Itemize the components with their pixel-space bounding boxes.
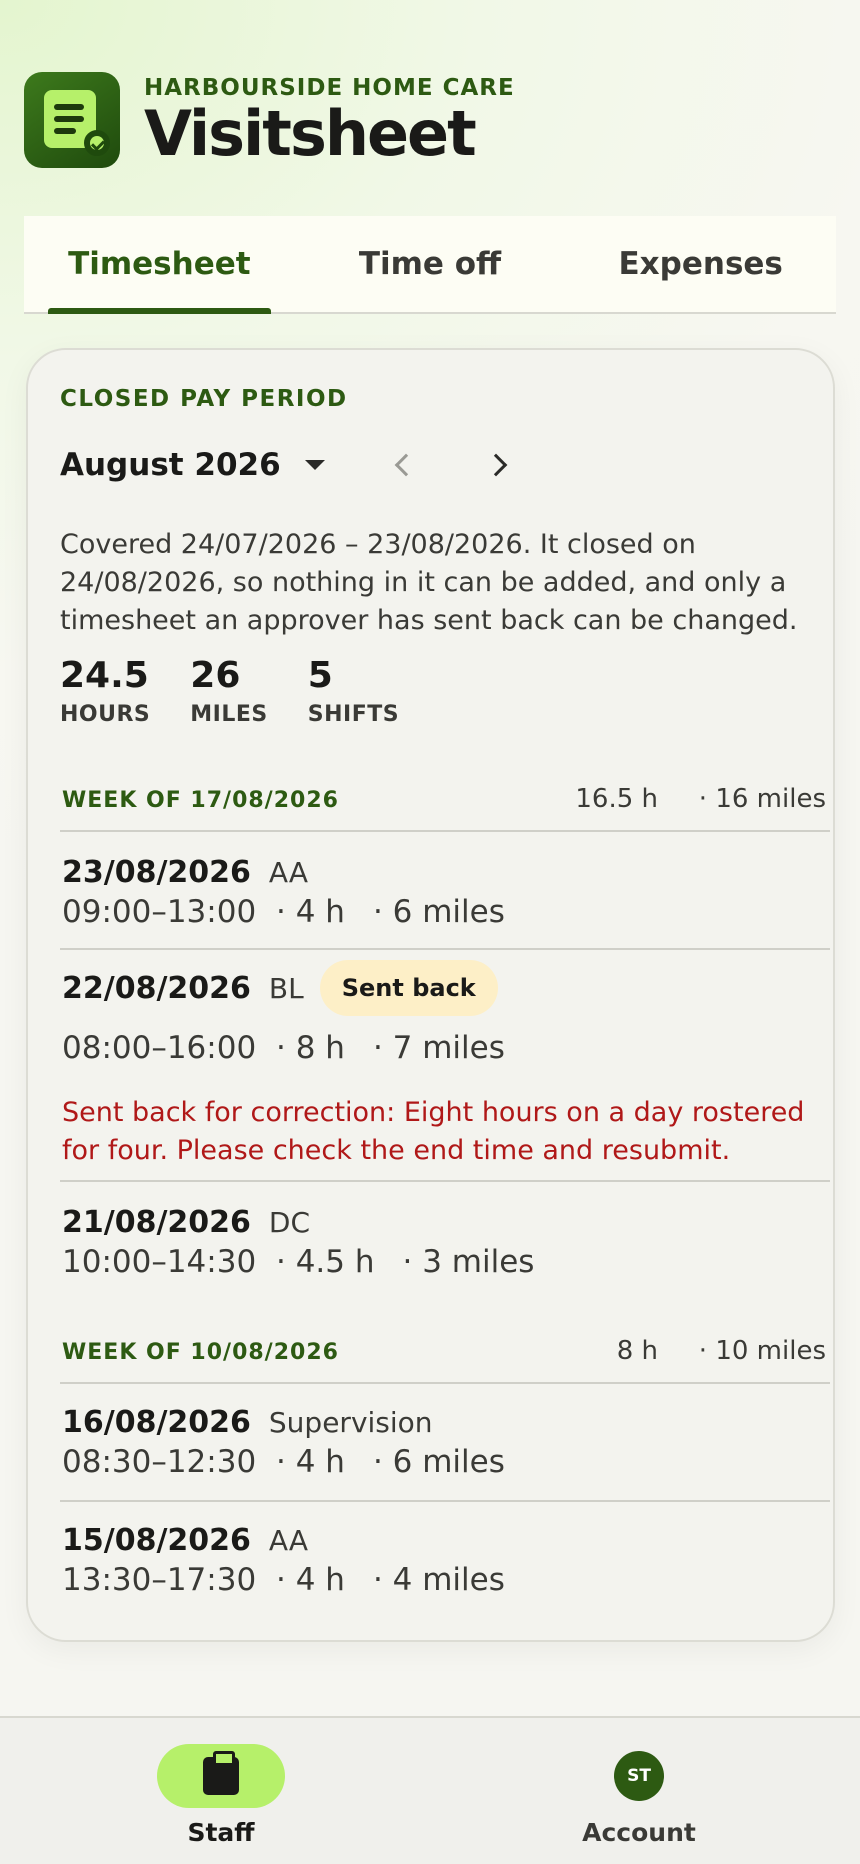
timesheet-entry[interactable]: 15/08/2026 AA 13:30–17:30 · 4 h · 4 mile…	[60, 1502, 830, 1622]
app-title: Visitsheet	[144, 97, 477, 170]
entry-hours: · 4 h	[276, 894, 345, 930]
stat-value: 5	[307, 655, 333, 696]
entry-miles: · 4 miles	[372, 1562, 505, 1598]
entry-date: 15/08/2026	[62, 1522, 251, 1558]
next-period-button[interactable]	[474, 440, 524, 490]
clipboard-icon	[203, 1751, 239, 1795]
tab-timesheet[interactable]: Timesheet	[24, 216, 295, 314]
pay-period-card: CLOSED PAY PERIOD August 2026 Covered 24…	[26, 348, 835, 1642]
entry-date: 16/08/2026	[62, 1404, 251, 1440]
stat-shifts: 5 SHIFTS	[308, 654, 399, 727]
sent-back-badge: Sent back	[319, 960, 498, 1016]
avatar: ST	[614, 1751, 664, 1801]
entry-code: BL	[268, 971, 304, 1005]
entry-miles: · 6 miles	[372, 1444, 505, 1480]
entry-date: 23/08/2026	[62, 854, 251, 890]
week-title: WEEK OF 17/08/2026	[62, 788, 339, 813]
entry-miles: · 6 miles	[372, 894, 505, 930]
entry-date: 22/08/2026	[62, 970, 251, 1006]
week-group: WEEK OF 17/08/2026 16.5 h · 16 miles 23/…	[60, 774, 830, 1296]
period-status-label: CLOSED PAY PERIOD	[60, 386, 348, 412]
week-header: WEEK OF 17/08/2026 16.5 h · 16 miles	[60, 774, 830, 832]
stat-hours: 24.5 HOURS	[60, 654, 150, 727]
nav-staff-label: Staff	[187, 1818, 255, 1847]
entry-time: 13:30–17:30	[62, 1562, 257, 1598]
previous-period-button[interactable]	[378, 440, 428, 490]
entry-time: 10:00–14:30	[62, 1244, 257, 1280]
entry-hours: · 4 h	[276, 1562, 345, 1598]
entry-code: DC	[268, 1205, 311, 1239]
entry-hours: · 8 h	[276, 1030, 345, 1066]
entry-code: Supervision	[268, 1405, 433, 1439]
period-stats: 24.5 HOURS 26 MILES 5 SHIFTS	[60, 654, 439, 727]
tab-time-off[interactable]: Time off	[295, 216, 566, 312]
entry-hours: · 4.5 h	[276, 1244, 375, 1280]
week-hours: 8 h	[616, 1336, 658, 1366]
entry-code: AA	[268, 855, 308, 889]
period-dropdown[interactable]: August 2026	[60, 440, 325, 490]
nav-staff[interactable]: Staff	[121, 1744, 321, 1847]
timesheet-check-icon	[24, 72, 120, 168]
stat-value: 26	[190, 655, 241, 696]
entry-time: 08:30–12:30	[62, 1444, 257, 1480]
stat-miles: 26 MILES	[190, 654, 267, 727]
entry-date: 21/08/2026	[62, 1204, 251, 1240]
entry-miles: · 3 miles	[402, 1244, 535, 1280]
bottom-nav: Staff ST Account	[0, 1716, 860, 1864]
tab-expenses[interactable]: Expenses	[565, 216, 836, 312]
week-header: WEEK OF 10/08/2026 8 h · 10 miles	[60, 1326, 830, 1384]
entry-time: 09:00–13:00	[62, 894, 257, 930]
tab-bar: Timesheet Time off Expenses	[24, 216, 836, 314]
stat-label: SHIFTS	[307, 702, 400, 727]
week-miles: · 16 miles	[698, 784, 826, 814]
timesheet-entry[interactable]: 21/08/2026 DC 10:00–14:30 · 4.5 h · 3 mi…	[60, 1182, 830, 1296]
week-group: WEEK OF 10/08/2026 8 h · 10 miles 16/08/…	[60, 1326, 830, 1622]
entry-time: 08:00–16:00	[62, 1030, 257, 1066]
week-hours: 16.5 h	[575, 784, 658, 814]
timesheet-entry[interactable]: 22/08/2026 BL Sent back 08:00–16:00 · 8 …	[60, 950, 830, 1182]
week-title: WEEK OF 10/08/2026	[62, 1340, 339, 1365]
timesheet-entry[interactable]: 23/08/2026 AA 09:00–13:00 · 4 h · 6 mile…	[60, 832, 830, 950]
period-note: Covered 24/07/2026 – 23/08/2026. It clos…	[60, 529, 798, 636]
nav-account[interactable]: ST Account	[539, 1744, 739, 1847]
app-header: HARBOURSIDE HOME CARE Visitsheet	[24, 72, 515, 168]
chevron-left-icon	[394, 453, 418, 477]
chevron-right-icon	[484, 453, 508, 477]
nav-staff-pill	[157, 1744, 285, 1808]
stat-label: MILES	[190, 702, 268, 727]
period-selector-row: August 2026	[60, 440, 800, 490]
entry-miles: · 7 miles	[372, 1030, 505, 1066]
correction-message: Sent back for correction: Eight hours on…	[62, 1097, 805, 1166]
week-miles: · 10 miles	[698, 1336, 826, 1366]
stat-label: HOURS	[60, 702, 151, 727]
timesheet-entry[interactable]: 16/08/2026 Supervision 08:30–12:30 · 4 h…	[60, 1384, 830, 1502]
entry-hours: · 4 h	[276, 1444, 345, 1480]
stat-value: 24.5	[60, 655, 149, 696]
period-name: August 2026	[60, 447, 281, 483]
chevron-down-icon	[304, 460, 325, 470]
nav-account-label: Account	[582, 1818, 696, 1847]
entry-code: AA	[268, 1523, 308, 1557]
